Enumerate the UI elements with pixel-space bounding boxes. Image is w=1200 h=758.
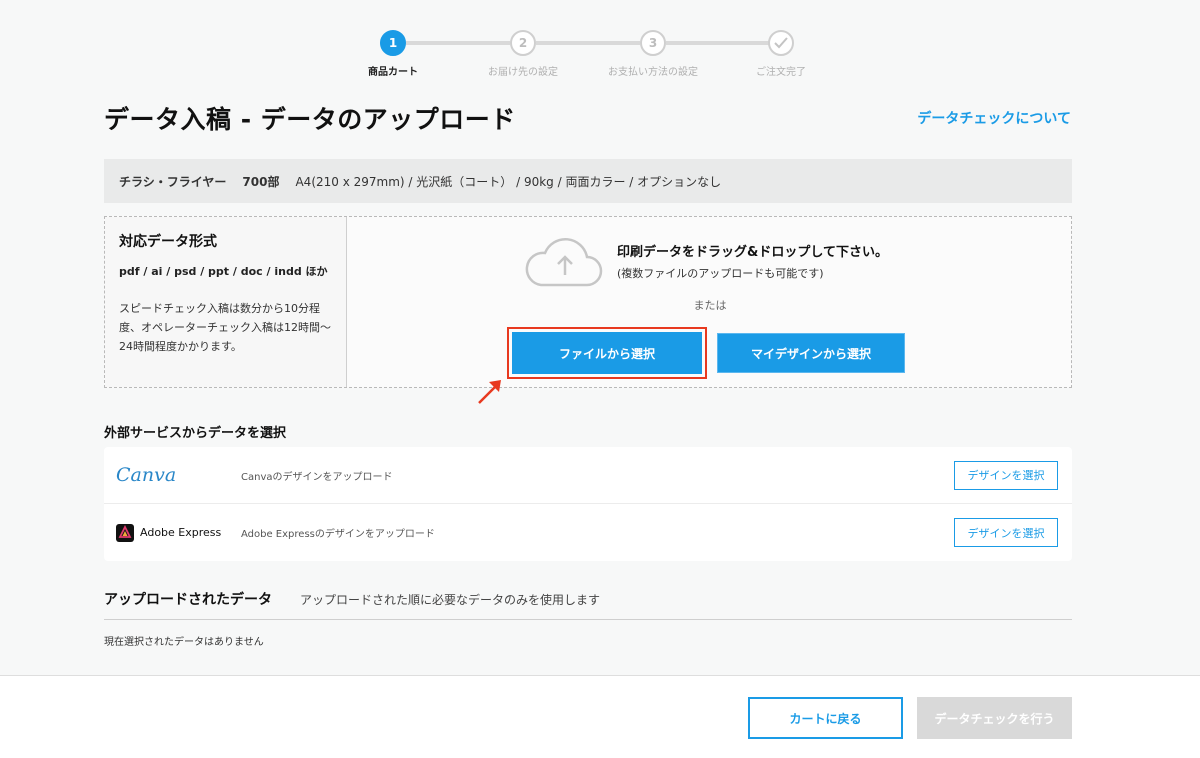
canva-select-design-button[interactable]: デザインを選択 bbox=[954, 460, 1058, 490]
select-file-button[interactable]: ファイルから選択 bbox=[512, 332, 702, 374]
step-connector bbox=[666, 41, 770, 45]
formats-list: pdf / ai / psd / ppt / doc / indd ほか bbox=[119, 265, 328, 278]
file-drop-zone[interactable]: 印刷データをドラッグ&ドロップして下さい。 (複数ファイルのアップロードも可能で… bbox=[347, 217, 1071, 387]
canva-logo: Canva bbox=[116, 464, 177, 486]
upload-box: 対応データ形式 pdf / ai / psd / ppt / doc / ind… bbox=[104, 216, 1072, 388]
check-icon bbox=[774, 37, 788, 49]
uploaded-data-title: アップロードされたデータ bbox=[104, 592, 272, 608]
data-check-about-link[interactable]: データチェックについて bbox=[917, 108, 1071, 128]
adobe-express-name: Adobe Express bbox=[140, 526, 222, 539]
progress-stepper: 1 2 3 商品カート お届け先の設定 お支払い方法の設定 ご注文完了 bbox=[0, 28, 1200, 78]
footer-bar: カートに戻る データチェックを行う bbox=[0, 675, 1200, 758]
or-separator: または bbox=[693, 299, 727, 312]
service-description: Adobe Expressのデザインをアップロード bbox=[241, 529, 435, 540]
uploaded-empty-text: 現在選択されたデータはありません bbox=[104, 637, 264, 648]
drop-subtext: (複数ファイルのアップロードも可能です) bbox=[617, 267, 824, 280]
external-services-title: 外部サービスからデータを選択 bbox=[104, 426, 287, 441]
page-title: データ入稿 - データのアップロード bbox=[104, 105, 516, 134]
annotation-arrow-icon bbox=[478, 380, 501, 404]
service-description: Canvaのデザインをアップロード bbox=[241, 471, 393, 483]
product-spec: A4(210 x 297mm) / 光沢紙（コート） / 90kg / 両面カラ… bbox=[295, 174, 722, 189]
select-my-design-button[interactable]: マイデザインから選択 bbox=[717, 333, 905, 373]
formats-title: 対応データ形式 bbox=[119, 234, 217, 250]
product-name: チラシ・フライヤー bbox=[119, 174, 227, 189]
adobe-select-design-button[interactable]: デザインを選択 bbox=[954, 518, 1058, 547]
run-data-check-button: データチェックを行う bbox=[917, 697, 1072, 739]
step-complete-circle bbox=[768, 30, 794, 56]
list-item: Canva Canvaのデザインをアップロード デザインを選択 bbox=[104, 447, 1072, 504]
drop-instruction: 印刷データをドラッグ&ドロップして下さい。 bbox=[617, 245, 888, 260]
highlight-frame: ファイルから選択 bbox=[507, 327, 707, 379]
external-services-list: Canva Canvaのデザインをアップロード デザインを選択 Adobe Ex… bbox=[104, 447, 1072, 561]
product-summary-bar: チラシ・フライヤー 700部 A4(210 x 297mm) / 光沢紙（コート… bbox=[104, 159, 1072, 203]
step-2-circle: 2 bbox=[510, 30, 536, 56]
step-connector bbox=[536, 41, 640, 45]
back-to-cart-button[interactable]: カートに戻る bbox=[748, 697, 903, 739]
step-complete-label: ご注文完了 bbox=[756, 67, 806, 78]
cloud-upload-icon bbox=[525, 237, 603, 287]
list-item: Adobe Express Adobe Expressのデザインをアップロード … bbox=[104, 504, 1072, 561]
step-connector bbox=[406, 41, 510, 45]
step-1-label: 商品カート bbox=[368, 67, 418, 78]
supported-formats-panel: 対応データ形式 pdf / ai / psd / ppt / doc / ind… bbox=[105, 217, 347, 387]
formats-description: スピードチェック入稿は数分から10分程度、オペレーターチェック入稿は12時間〜2… bbox=[119, 302, 331, 353]
adobe-express-icon bbox=[116, 523, 134, 542]
step-3-label: お支払い方法の設定 bbox=[608, 67, 698, 78]
step-1-circle: 1 bbox=[380, 30, 406, 56]
uploaded-data-note: アップロードされた順に必要なデータのみを使用します bbox=[300, 593, 601, 607]
step-3-circle: 3 bbox=[640, 30, 666, 56]
product-quantity: 700部 bbox=[242, 174, 280, 189]
step-2-label: お届け先の設定 bbox=[488, 67, 558, 78]
adobe-express-logo: Adobe Express bbox=[116, 523, 222, 542]
divider bbox=[104, 619, 1072, 620]
